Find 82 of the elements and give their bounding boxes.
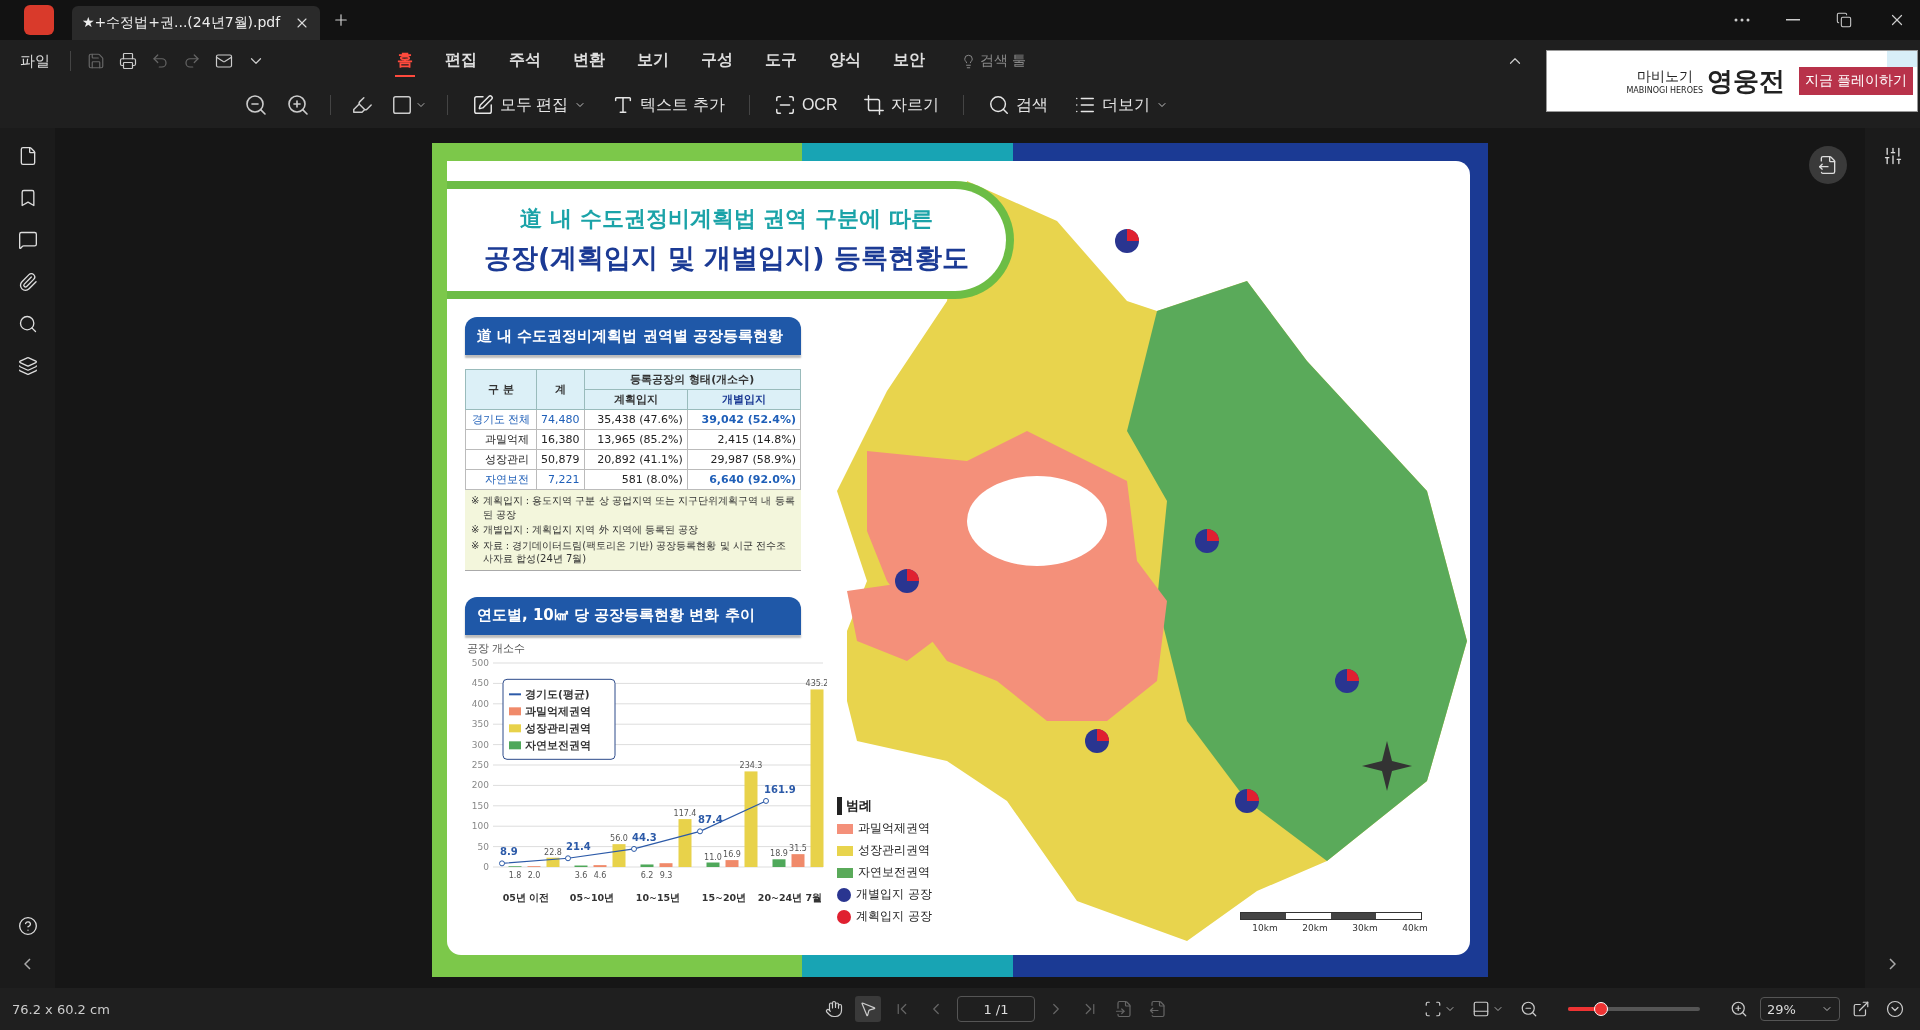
- y-tick-label: 150: [471, 800, 489, 811]
- y-tick-label: 300: [471, 739, 489, 750]
- data-label: 11.0: [704, 852, 722, 861]
- table-cell: 74,480: [536, 409, 584, 430]
- table-cell: 39,042 (52.4%): [687, 409, 801, 430]
- page-size-text: 76.2 x 60.2 cm: [12, 1001, 111, 1017]
- y-tick-label: 500: [471, 657, 489, 668]
- table-header: 등록공장의 형태(개소수): [584, 369, 801, 390]
- table-cell: 7,221: [536, 469, 584, 490]
- table-cell: 20,892 (41.1%): [584, 449, 688, 470]
- y-tick-label: 200: [471, 779, 489, 790]
- x-tick-label: 20~24년 7월: [757, 891, 823, 903]
- data-label: 18.9: [770, 848, 788, 858]
- y-tick-label: 350: [471, 718, 489, 729]
- legend-label: 자연보전권역: [858, 864, 930, 881]
- table-cell: 성장관리: [465, 449, 537, 470]
- y-tick-label: 250: [471, 759, 489, 770]
- legend-label: 계획입지 공장: [856, 908, 932, 925]
- data-label: 3.6: [574, 870, 588, 880]
- ad-brand: 마비노기: [1636, 67, 1693, 86]
- legend-label: 성장관리권역: [525, 721, 591, 734]
- table-cell: 29,987 (58.9%): [687, 449, 801, 470]
- legend-label: 경기도(평균): [525, 687, 590, 700]
- data-label: 4.6: [593, 870, 607, 880]
- tab-title: ★+수정법+권...(24년7월).pdf: [82, 14, 281, 32]
- data-label: 21.4: [566, 840, 591, 852]
- data-label: 234.3: [739, 760, 763, 770]
- legend-label: 과밀억제권역: [525, 704, 591, 717]
- y-tick-label: 450: [471, 677, 489, 688]
- legend-label: 성장관리권역: [858, 842, 930, 859]
- poster-title: 공장(계획입지 및 개별입지) 등록현황도: [484, 241, 969, 275]
- table-cell: 50,879: [536, 449, 584, 470]
- data-label: 44.3: [632, 831, 657, 843]
- data-label: 16.9: [723, 849, 741, 859]
- y-tick-label: 0: [483, 861, 489, 872]
- table-cell: 13,965 (85.2%): [584, 429, 688, 450]
- data-label: 9.3: [659, 870, 673, 880]
- data-label: 1.8: [508, 870, 522, 880]
- data-label: 31.5: [789, 843, 807, 853]
- section-heading: 연도별, 10㎢ 당 공장등록현황 변화 추이: [465, 596, 801, 635]
- ad-brand-title: 영웅전: [1707, 64, 1786, 98]
- data-label: 6.2: [640, 870, 654, 880]
- scale-label: 20km: [1302, 923, 1328, 933]
- scale-label: 40km: [1402, 923, 1428, 933]
- poster-subtitle: 道 내 수도권정비계획법 권역 구분에 따른: [520, 205, 933, 233]
- data-label: 87.4: [698, 813, 723, 825]
- table-note: ※ 계획입지 : 용도지역 구분 상 공업지역 또는 지구단위계획구역 내 등록된 공장: [471, 494, 795, 521]
- table-note: ※ 개별입지 : 계획입지 지역 外 지역에 등록된 공장: [471, 523, 700, 537]
- data-label: 161.9: [764, 783, 796, 795]
- ad-brand-subtitle: MABINOGI HEROES: [1626, 85, 1704, 95]
- data-label: 2.0: [527, 870, 541, 880]
- legend-label: 개별입지 공장: [856, 886, 932, 903]
- y-tick-label: 50: [477, 841, 489, 852]
- table-cell: 16,380: [536, 429, 584, 450]
- scale-label: 30km: [1352, 923, 1378, 933]
- y-tick-label: 400: [471, 698, 489, 709]
- legend-title: 범례: [837, 797, 932, 815]
- data-label: 56.0: [610, 833, 628, 843]
- table-cell: 35,438 (47.6%): [584, 409, 688, 430]
- table-cell: 2,415 (14.8%): [687, 429, 801, 450]
- scale-label: 10km: [1252, 923, 1278, 933]
- data-label: 22.8: [544, 847, 562, 857]
- y-axis-label: 공장 개소수: [467, 641, 526, 654]
- x-tick-label: 10~15년: [635, 891, 681, 903]
- table-note: ※ 자료 : 경기데이터드림(팩토리온 기반) 공장등록현황 및 시군 전수조사자료 합성(24년 7월): [471, 538, 787, 566]
- data-label: 117.4: [673, 808, 697, 818]
- x-tick-label: 05년 이전: [502, 891, 550, 903]
- data-label: 435.2: [805, 678, 827, 688]
- table-cell: 581 (8.0%): [584, 469, 688, 490]
- y-tick-label: 100: [471, 820, 489, 831]
- table-cell: 6,640 (92.0%): [687, 469, 801, 490]
- legend-label: 자연보전권역: [525, 738, 591, 751]
- x-tick-label: 15~20년: [701, 891, 747, 903]
- table-cell: 경기도 전체: [465, 409, 537, 430]
- legend-label: 과밀억제권역: [858, 820, 930, 837]
- table-cell: 자연보전: [465, 469, 537, 490]
- table-header: 구 분: [465, 369, 537, 410]
- x-tick-label: 05~10년: [569, 891, 615, 903]
- section-heading: 道 내 수도권정비계획법 권역별 공장등록현황: [465, 317, 801, 355]
- table-cell: 과밀억제: [465, 429, 537, 450]
- table-header: 계: [536, 369, 584, 410]
- data-label: 8.9: [500, 845, 518, 857]
